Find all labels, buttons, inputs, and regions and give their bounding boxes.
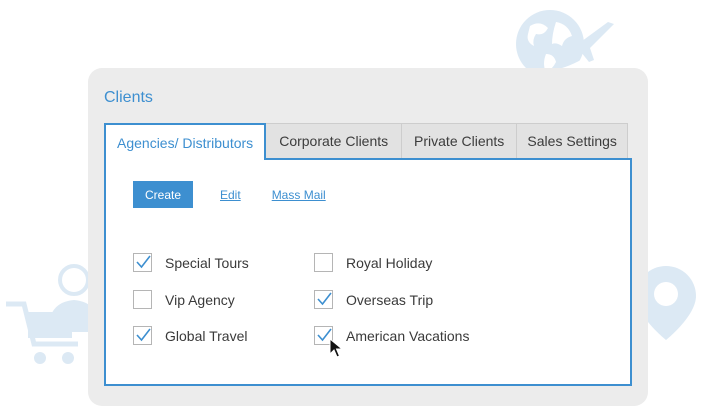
mouse-pointer-icon — [329, 338, 343, 358]
tab-corporate-clients[interactable]: Corporate Clients — [266, 123, 403, 159]
client-item-royal-holiday[interactable]: Royal Holiday — [314, 253, 432, 272]
checkbox-label: Global Travel — [165, 327, 248, 344]
checkbox-label: Special Tours — [165, 254, 249, 271]
checkbox-label: Overseas Trip — [346, 291, 434, 308]
toolbar: Create Edit Mass Mail — [133, 181, 326, 208]
checkbox[interactable] — [314, 290, 333, 309]
checkmark-icon — [136, 255, 151, 269]
checkbox[interactable] — [133, 290, 152, 309]
tab-private-clients[interactable]: Private Clients — [402, 123, 518, 159]
checkbox-label: American Vacations — [346, 327, 470, 344]
tab-agencies-distributors[interactable]: Agencies/ Distributors — [104, 123, 267, 160]
client-item-special-tours[interactable]: Special Tours — [133, 253, 249, 272]
tab-panel: Create Edit Mass Mail Special Tours Roya… — [104, 158, 632, 386]
checkbox[interactable] — [133, 253, 152, 272]
client-item-vip-agency[interactable]: Vip Agency — [133, 290, 235, 309]
checkbox-label: Vip Agency — [165, 291, 235, 308]
create-button[interactable]: Create — [133, 181, 193, 208]
checkbox-label: Royal Holiday — [346, 254, 433, 271]
checkmark-icon — [136, 328, 151, 342]
checkmark-icon — [317, 292, 332, 306]
checkbox[interactable] — [133, 326, 152, 345]
mass-mail-link[interactable]: Mass Mail — [272, 188, 326, 202]
client-item-overseas-trip[interactable]: Overseas Trip — [314, 290, 433, 309]
tab-sales-settings[interactable]: Sales Settings — [517, 123, 629, 159]
tab-bar: Agencies/ Distributors Corporate Clients… — [104, 123, 629, 160]
client-item-global-travel[interactable]: Global Travel — [133, 326, 247, 345]
clients-window: Clients Agencies/ Distributors Corporate… — [88, 68, 648, 406]
edit-link[interactable]: Edit — [220, 188, 241, 202]
window-title: Clients — [104, 89, 153, 106]
checkbox[interactable] — [314, 253, 333, 272]
